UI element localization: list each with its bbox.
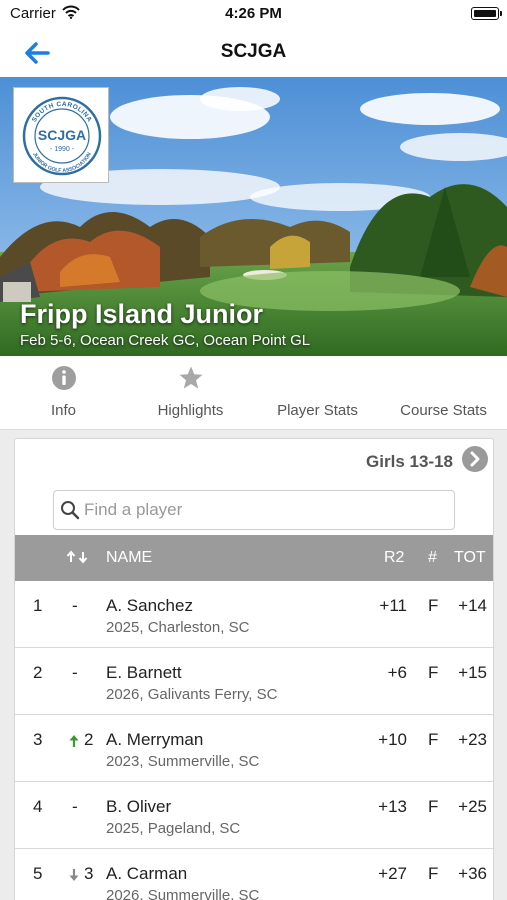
- clock: 4:26 PM: [225, 5, 282, 22]
- hole-status: F: [428, 730, 439, 749]
- player-name: A. Sanchez: [106, 596, 193, 615]
- total-score: +23: [458, 730, 487, 749]
- column-name-header[interactable]: NAME: [106, 549, 152, 567]
- player-info: 2023, Summerville, SC: [106, 753, 260, 770]
- event-tabs: Info Highlights Player Stats Course Stat…: [0, 356, 507, 430]
- nav-bar: SCJGA: [0, 28, 507, 77]
- player-name: E. Barnett: [106, 663, 182, 682]
- status-bar: Carrier 4:26 PM: [0, 0, 507, 28]
- hole-status: F: [428, 797, 439, 816]
- position: 4: [33, 797, 43, 816]
- table-row[interactable]: 5 3 A. Carman 2026, Summerville, SC +27 …: [15, 849, 493, 900]
- player-info: 2026, Galivants Ferry, SC: [106, 686, 278, 703]
- table-row[interactable]: 3 2 A. Merryman 2023, Summerville, SC +1…: [15, 715, 493, 782]
- position: 3: [33, 730, 43, 749]
- battery-icon: [471, 7, 502, 20]
- move-count: 2: [84, 730, 94, 749]
- tab-player-stats-label: Player Stats: [277, 402, 358, 419]
- position-change: -: [68, 663, 108, 685]
- round-2-score: +10: [378, 730, 407, 749]
- no-change-marker: -: [72, 797, 78, 816]
- arrow-down-icon: [68, 867, 80, 887]
- leaderboard-card: Girls 13-18 NAME R2 # TOT 1: [14, 438, 494, 900]
- total-score: +36: [458, 864, 487, 883]
- column-hole-header[interactable]: #: [428, 549, 437, 567]
- player-search: [53, 490, 455, 530]
- table-row[interactable]: 1 - A. Sanchez 2025, Charleston, SC +11 …: [15, 581, 493, 648]
- tab-player-stats[interactable]: Player Stats: [254, 356, 381, 430]
- leaderboard-rows: 1 - A. Sanchez 2025, Charleston, SC +11 …: [15, 581, 493, 900]
- total-score: +25: [458, 797, 487, 816]
- column-tot-header[interactable]: TOT: [454, 549, 486, 567]
- round-2-score: +13: [378, 797, 407, 816]
- hole-status: F: [428, 864, 439, 883]
- chevron-right-icon[interactable]: [462, 446, 488, 472]
- player-info: 2026, Summerville, SC: [106, 887, 260, 900]
- position-change: 3: [68, 864, 108, 886]
- search-icon: [60, 500, 80, 525]
- event-hero-image: SOUTH CAROLINA JUNIOR GOLF ASSOCIATION S…: [0, 77, 507, 356]
- event-subtitle: Feb 5-6, Ocean Creek GC, Ocean Point GL: [20, 332, 311, 349]
- player-info: 2025, Pageland, SC: [106, 820, 241, 837]
- player-name: A. Carman: [106, 864, 188, 883]
- tab-info-label: Info: [50, 402, 77, 419]
- total-score: +14: [458, 596, 487, 615]
- tab-highlights-label: Highlights: [157, 402, 224, 419]
- svg-text:- 1990 -: - 1990 -: [50, 146, 75, 153]
- player-name: B. Oliver: [106, 797, 172, 816]
- no-change-marker: -: [72, 663, 78, 682]
- star-icon: [178, 365, 204, 391]
- player-info: 2025, Charleston, SC: [106, 619, 250, 636]
- no-change-marker: -: [72, 596, 78, 615]
- hole-status: F: [428, 596, 439, 615]
- info-icon: [51, 365, 77, 391]
- position: 5: [33, 864, 43, 883]
- round-2-score: +27: [378, 864, 407, 883]
- hole-status: F: [428, 663, 439, 682]
- table-row[interactable]: 2 - E. Barnett 2026, Galivants Ferry, SC…: [15, 648, 493, 715]
- page-title: SCJGA: [220, 41, 287, 62]
- column-r2-header[interactable]: R2: [384, 549, 404, 567]
- table-row[interactable]: 4 - B. Oliver 2025, Pageland, SC +13 F +…: [15, 782, 493, 849]
- sort-arrows-icon[interactable]: [65, 550, 91, 569]
- tab-course-stats[interactable]: Course Stats: [380, 356, 507, 430]
- search-input[interactable]: [84, 497, 444, 523]
- arrow-up-icon: [68, 733, 80, 753]
- leaderboard-header: NAME R2 # TOT: [15, 535, 493, 581]
- svg-text:SCJGA: SCJGA: [38, 127, 86, 143]
- player-name: A. Merryman: [106, 730, 204, 749]
- tab-info[interactable]: Info: [0, 356, 127, 430]
- division-selector-label[interactable]: Girls 13-18: [366, 452, 453, 472]
- position-change: 2: [68, 730, 108, 752]
- position: 2: [33, 663, 43, 682]
- position-change: -: [68, 797, 108, 819]
- tab-highlights[interactable]: Highlights: [127, 356, 254, 430]
- round-2-score: +6: [387, 663, 407, 682]
- total-score: +15: [458, 663, 487, 682]
- tab-course-stats-label: Course Stats: [400, 402, 487, 419]
- round-2-score: +11: [379, 596, 407, 615]
- organization-logo: SOUTH CAROLINA JUNIOR GOLF ASSOCIATION S…: [13, 87, 109, 183]
- position: 1: [33, 596, 43, 615]
- event-title: Fripp Island Junior: [20, 299, 264, 329]
- move-count: 3: [84, 864, 94, 883]
- position-change: -: [68, 596, 108, 618]
